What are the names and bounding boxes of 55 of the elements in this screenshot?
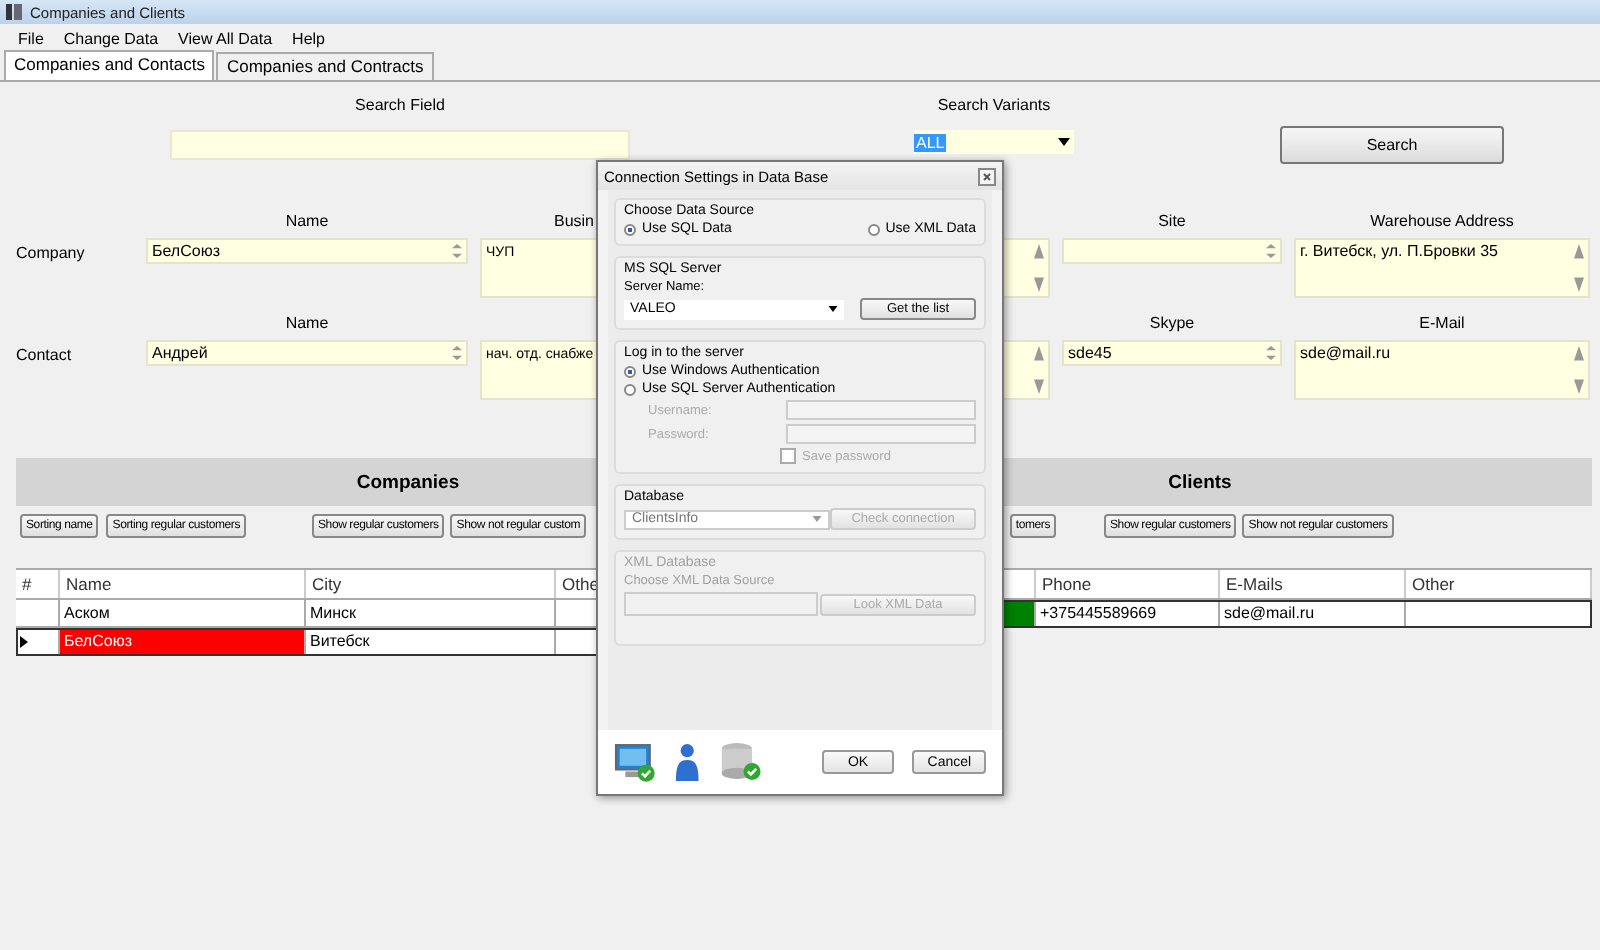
field-label: Busin (553, 212, 594, 230)
field-label: Skype (1149, 314, 1195, 332)
column-header[interactable]: Name (66, 574, 112, 594)
scroll-arrows-icon (1034, 346, 1044, 394)
dropdown-arrow-icon (1058, 138, 1070, 146)
database-icon (718, 740, 764, 784)
table-cell: БелСоюз (64, 632, 132, 650)
scroll-arrows-icon (1266, 244, 1276, 258)
text-field[interactable]: БелСоюз (146, 238, 468, 264)
scroll-arrows-icon (1266, 346, 1276, 360)
field-label: Name (285, 314, 329, 332)
search-field-label: Search Field (355, 96, 445, 118)
scroll-arrows-icon (1574, 244, 1584, 292)
row-label: Company (16, 242, 87, 266)
close-icon[interactable] (978, 167, 996, 185)
text-field[interactable] (1062, 238, 1282, 264)
table-cell: Минск (310, 604, 357, 622)
search-variants-label: Search Variants (937, 96, 1051, 118)
text-field[interactable] (786, 424, 976, 444)
column-header[interactable]: Other (1412, 574, 1455, 594)
field-label: E-Mail (1419, 314, 1465, 332)
field-label: Site (1158, 212, 1186, 230)
menu-item[interactable]: Help (282, 29, 335, 47)
tab[interactable]: Companies and Contacts (4, 50, 215, 80)
table-cell: Витебск (310, 632, 370, 650)
row-pointer-icon (20, 635, 28, 647)
table-cell: +375445589669 (1040, 604, 1157, 622)
table-cell: sde@mail.ru (1224, 604, 1315, 622)
search-field[interactable] (170, 130, 630, 160)
scroll-arrows-icon (452, 244, 462, 258)
dropdown-arrow-icon (812, 516, 823, 522)
column-header[interactable]: City (312, 574, 342, 594)
menu-item[interactable]: Change Data (53, 29, 169, 47)
scroll-arrows-icon (1034, 244, 1044, 292)
text-field[interactable]: г. Витебск, ул. П.Бровки 35 (1294, 238, 1590, 298)
text-field[interactable]: sde@mail.ru (1294, 340, 1590, 400)
row-label: Contact (16, 344, 74, 368)
menu-item[interactable]: File (8, 29, 54, 47)
tab[interactable]: Companies and Contracts (216, 52, 434, 80)
column-header[interactable]: E-Mails (1226, 574, 1283, 594)
column-header[interactable]: Phone (1042, 574, 1092, 594)
app-icon (4, 2, 24, 22)
search-button[interactable]: Search (1280, 126, 1504, 164)
table-cell: Аском (64, 604, 110, 622)
menu-item[interactable]: View All Data (168, 29, 283, 47)
text-field[interactable]: sde45 (1062, 340, 1282, 366)
text-field[interactable]: Андрей (146, 340, 468, 366)
dropdown-arrow-icon (828, 306, 838, 312)
scroll-arrows-icon (1574, 346, 1584, 394)
field-label: Name (285, 212, 329, 230)
column-header[interactable]: # (22, 574, 32, 594)
field-label: Warehouse Address (1370, 212, 1514, 230)
user-icon (673, 740, 700, 784)
scroll-arrows-icon (452, 346, 462, 360)
monitor-icon (614, 740, 656, 784)
